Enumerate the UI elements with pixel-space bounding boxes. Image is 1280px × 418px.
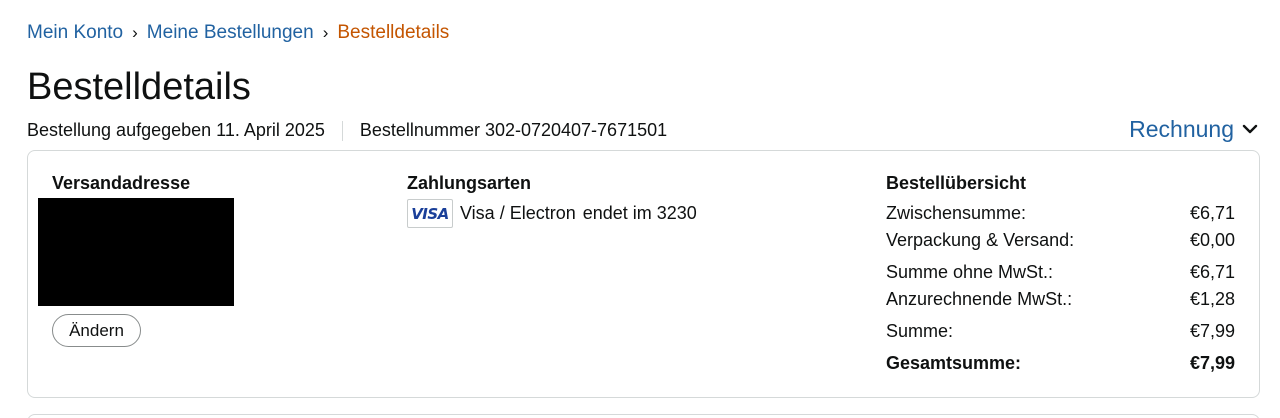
summary-label: Summe:	[886, 321, 954, 341]
summary-label: Gesamtsumme:	[886, 353, 1022, 373]
breadcrumb-separator: ›	[322, 23, 329, 42]
breadcrumb-current: Bestelldetails	[337, 22, 450, 43]
order-info-card: Versandadresse Ändern Zahlungsarten VISA…	[27, 150, 1260, 398]
payment-methods-title: Zahlungsarten	[407, 173, 532, 193]
summary-value: €6,71	[1189, 203, 1235, 223]
chevron-down-icon	[1242, 124, 1258, 134]
order-summary: Bestellübersicht Zwischensumme: €6,71 Ve…	[886, 173, 1235, 373]
summary-value: €7,99	[1189, 321, 1235, 341]
order-meta: Bestellung aufgegeben 11. April 2025 Bes…	[27, 120, 667, 141]
next-section-card	[27, 414, 1260, 418]
summary-label: Zwischensumme:	[886, 203, 1027, 223]
summary-row-grand-total: Gesamtsumme: €7,99	[886, 353, 1235, 374]
payment-method-name: Visa / Electron	[460, 203, 576, 223]
visa-card-icon: VISA	[407, 199, 453, 228]
order-date: Bestellung aufgegeben 11. April 2025	[27, 120, 325, 140]
breadcrumb-link-my-orders[interactable]: Meine Bestellungen	[147, 22, 314, 44]
invoice-label: Rechnung	[1129, 116, 1234, 142]
page-title: Bestelldetails	[27, 66, 251, 108]
invoice-dropdown[interactable]: Rechnung	[1129, 116, 1258, 143]
summary-value: €7,99	[1189, 353, 1235, 373]
summary-row-net-total: Summe ohne MwSt.: €6,71	[886, 262, 1235, 283]
summary-label: Summe ohne MwSt.:	[886, 262, 1054, 282]
redacted-address-block	[38, 198, 234, 306]
payment-method: VISA Visa / Electron endet im 3230	[407, 199, 697, 228]
summary-value: €1,28	[1189, 289, 1235, 309]
order-summary-title: Bestellübersicht	[886, 173, 1027, 193]
visa-logo-text: VISA	[411, 204, 449, 223]
breadcrumb: Mein Konto › Meine Bestellungen › Bestel…	[27, 22, 449, 44]
summary-label: Anzurechnende MwSt.:	[886, 289, 1073, 309]
change-address-button[interactable]: Ändern	[52, 314, 141, 347]
meta-divider	[341, 120, 343, 141]
summary-row-total: Summe: €7,99	[886, 321, 1235, 342]
order-number: Bestellnummer 302-0720407-7671501	[359, 120, 668, 140]
summary-row-shipping: Verpackung & Versand: €0,00	[886, 230, 1235, 251]
summary-value: €0,00	[1189, 230, 1235, 250]
summary-row-subtotal: Zwischensumme: €6,71	[886, 203, 1235, 224]
order-details-page: Mein Konto › Meine Bestellungen › Bestel…	[0, 0, 1280, 418]
summary-value: €6,71	[1189, 262, 1235, 282]
payment-card-ending: endet im 3230	[582, 203, 697, 223]
summary-row-vat: Anzurechnende MwSt.: €1,28	[886, 289, 1235, 310]
summary-label: Verpackung & Versand:	[886, 230, 1075, 250]
breadcrumb-separator: ›	[132, 23, 138, 42]
shipping-address-title: Versandadresse	[52, 173, 191, 193]
breadcrumb-link-my-account[interactable]: Mein Konto	[27, 22, 123, 44]
